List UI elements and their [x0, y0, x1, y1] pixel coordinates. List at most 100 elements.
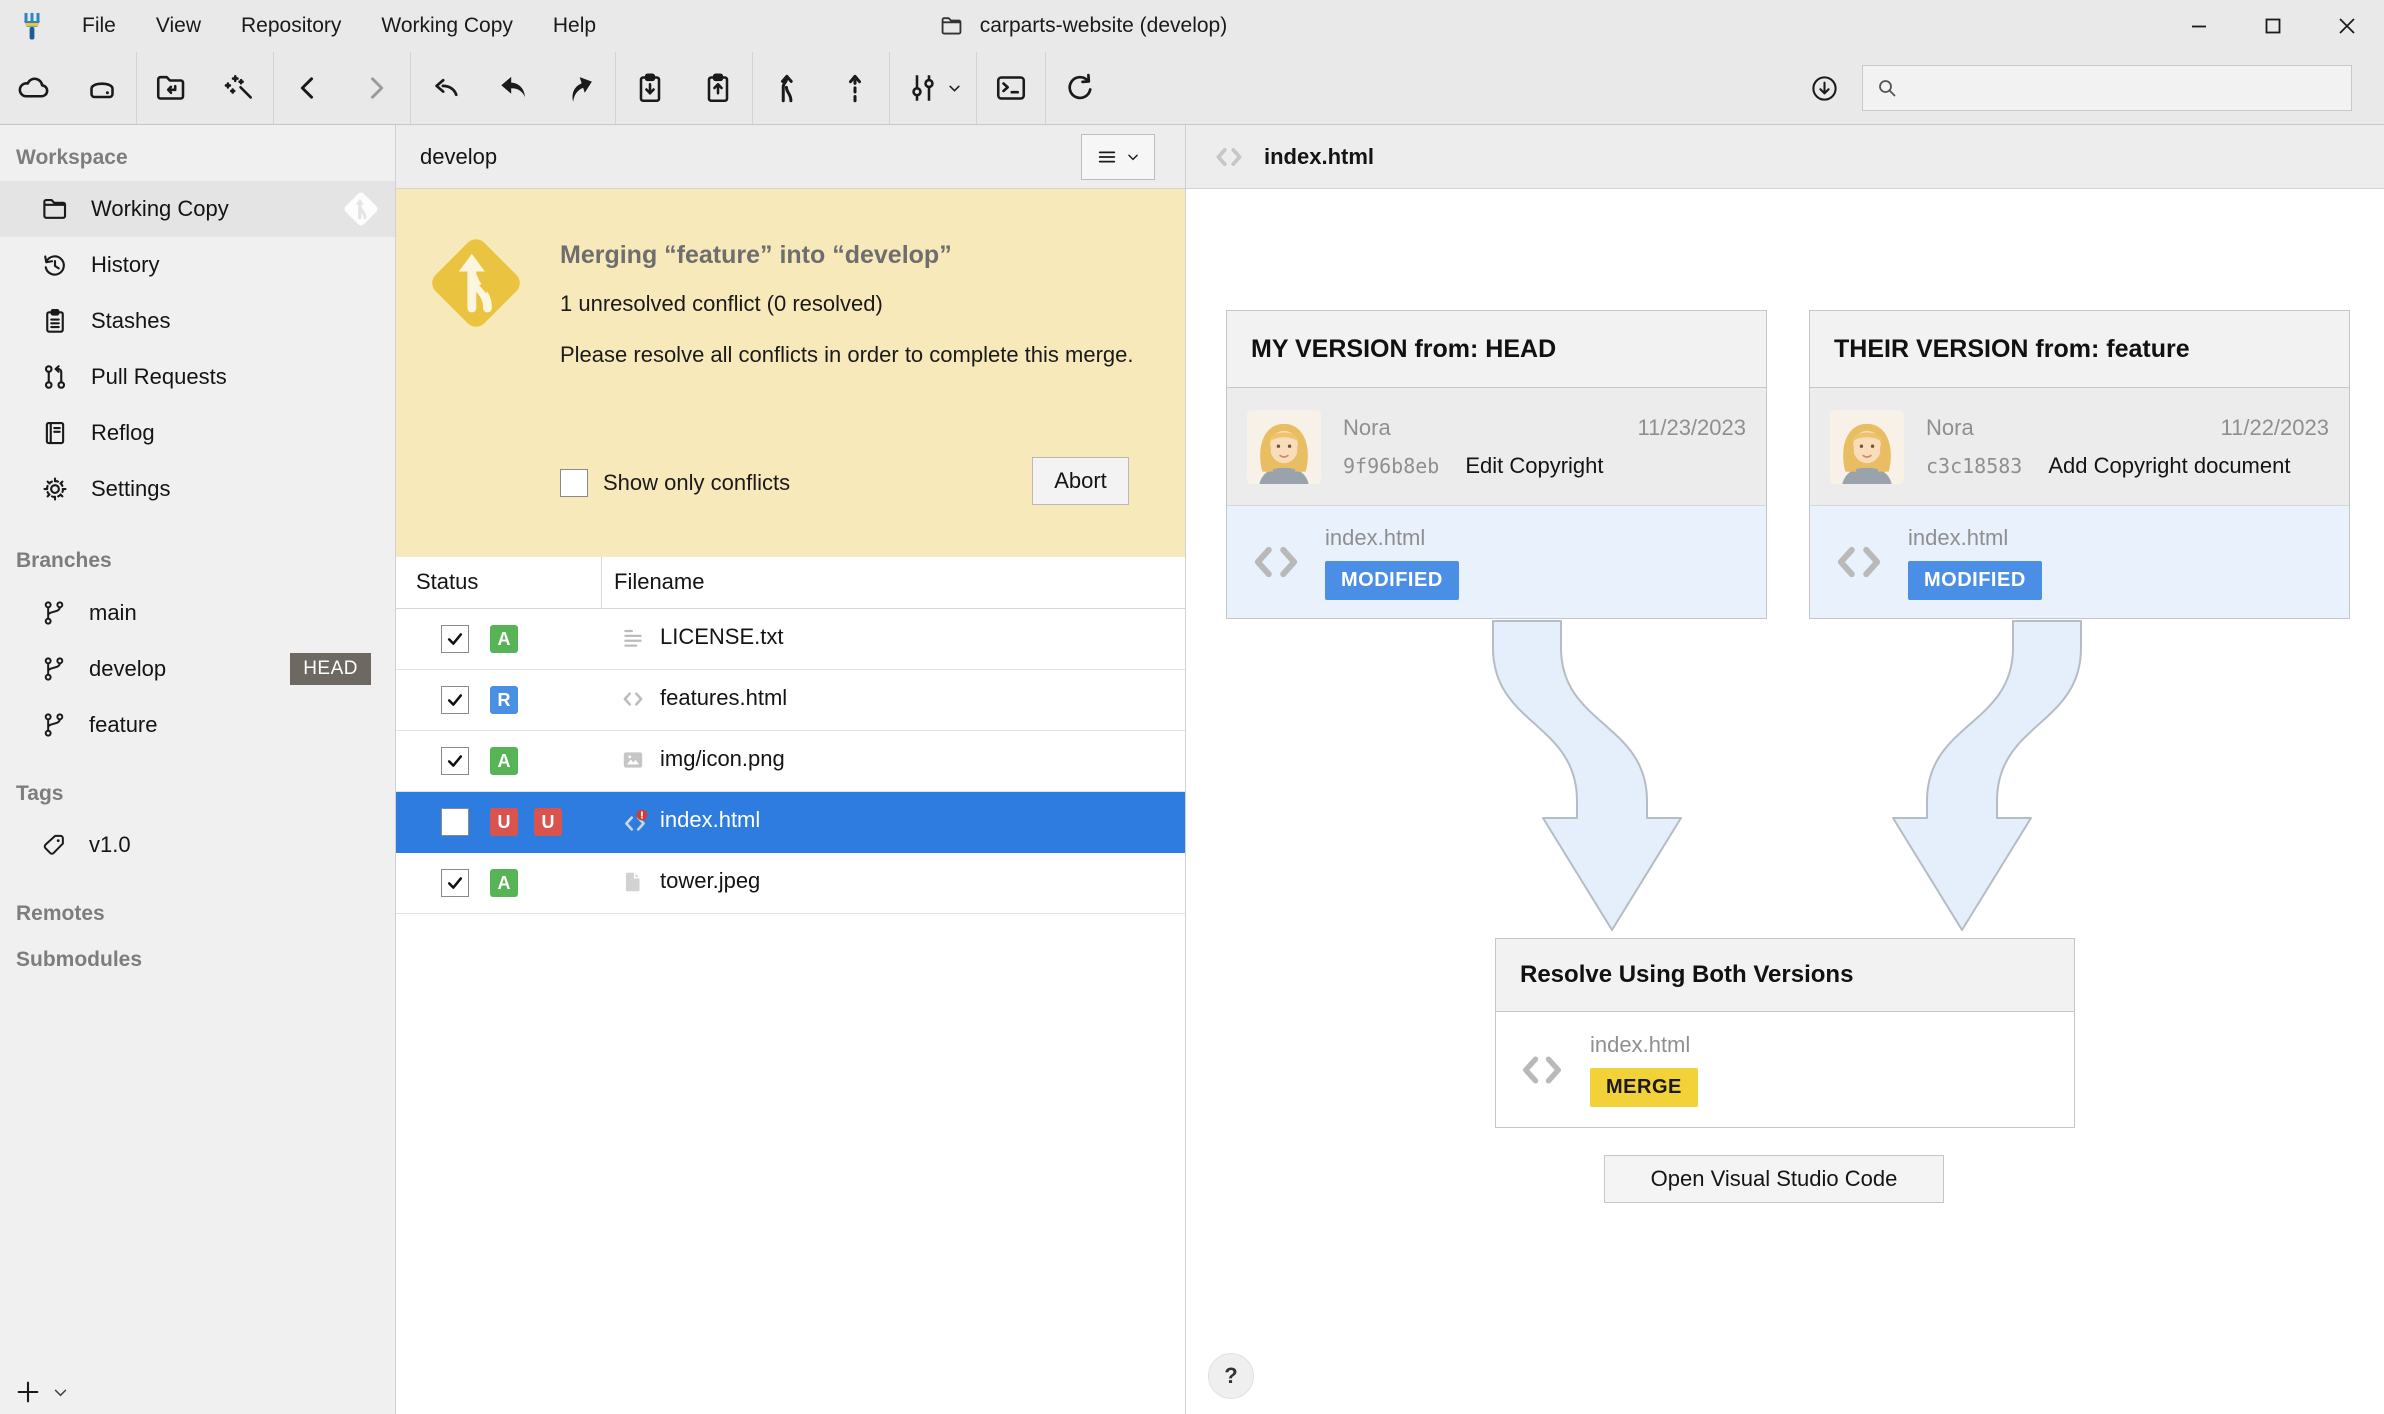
sidebar-item-working-copy[interactable]: Working Copy — [0, 181, 395, 237]
terminal-button[interactable] — [977, 52, 1045, 124]
status-badge-added: A — [490, 747, 518, 775]
file-checkbox-checked[interactable] — [441, 625, 469, 653]
file-checkbox-unchecked[interactable] — [441, 808, 469, 836]
table-row-index-html-selected[interactable]: U U index.html — [396, 792, 1185, 853]
menu-help[interactable]: Help — [533, 0, 616, 52]
file-checkbox-checked[interactable] — [441, 686, 469, 714]
commit-message: Add Copyright document — [2048, 453, 2290, 479]
sidebar-item-label: Reflog — [91, 420, 155, 446]
chevron-down-icon — [947, 81, 962, 96]
history-icon — [40, 250, 70, 280]
push-icon — [563, 70, 599, 106]
sidebar-item-pull-requests[interactable]: Pull Requests — [0, 349, 395, 405]
code-file-icon — [1245, 533, 1307, 591]
filename: features.html — [660, 685, 787, 711]
maximize-button[interactable] — [2236, 0, 2310, 52]
gear-icon — [40, 474, 70, 504]
search-icon — [1875, 76, 1899, 100]
window-title-text: carparts-website (develop) — [980, 14, 1227, 38]
close-button[interactable] — [2310, 0, 2384, 52]
download-circle-icon[interactable] — [1809, 73, 1840, 104]
branch-graph-button[interactable] — [890, 52, 976, 124]
sidebar-item-label: Stashes — [91, 308, 171, 334]
hard-drive-button[interactable] — [68, 52, 136, 124]
menubar: File View Repository Working Copy Help — [62, 0, 616, 52]
menu-repository[interactable]: Repository — [221, 0, 361, 52]
toolbar-right — [1809, 52, 2352, 124]
pop-stash-icon — [700, 70, 736, 106]
stash-button[interactable] — [616, 52, 684, 124]
sidebar-item-branch-feature[interactable]: feature — [0, 697, 395, 753]
resolve-header: Resolve Using Both Versions — [1496, 939, 2074, 1012]
pop-stash-button[interactable] — [684, 52, 752, 124]
maximize-icon — [2262, 15, 2284, 37]
tag-icon — [40, 831, 68, 859]
column-divider[interactable] — [601, 557, 602, 608]
table-row-tower-jpeg[interactable]: A tower.jpeg — [396, 853, 1185, 914]
minimize-button[interactable] — [2162, 0, 2236, 52]
sidebar-item-branch-main[interactable]: main — [0, 585, 395, 641]
forward-button[interactable] — [342, 52, 410, 124]
file-icon — [620, 869, 646, 895]
sidebar-item-stashes[interactable]: Stashes — [0, 293, 395, 349]
table-row-license[interactable]: A LICENSE.txt — [396, 609, 1185, 670]
refresh-icon — [1062, 70, 1098, 106]
file-name: index.html — [1908, 525, 2042, 551]
open-folder-button[interactable] — [137, 52, 205, 124]
fetch-button[interactable] — [411, 52, 479, 124]
sidebar-item-label: History — [91, 252, 159, 278]
cloud-button[interactable] — [0, 52, 68, 124]
plus-icon — [14, 1378, 42, 1406]
menu-working-copy[interactable]: Working Copy — [361, 0, 533, 52]
refresh-button[interactable] — [1046, 52, 1114, 124]
back-button[interactable] — [274, 52, 342, 124]
table-row-icon-png[interactable]: A img/icon.png — [396, 731, 1185, 792]
sidebar-item-tag-v1[interactable]: v1.0 — [0, 817, 395, 873]
table-row-features[interactable]: R features.html — [396, 670, 1185, 731]
rebase-button[interactable] — [821, 52, 889, 124]
file-checkbox-checked[interactable] — [441, 869, 469, 897]
merge-badge: MERGE — [1590, 1068, 1698, 1107]
status-badge-added: A — [490, 869, 518, 897]
minimize-icon — [2188, 15, 2210, 37]
sidebar-item-reflog[interactable]: Reflog — [0, 405, 395, 461]
remotes-section-header: Remotes — [0, 891, 395, 937]
tags-section-header: Tags — [0, 771, 395, 817]
commit-hash: c3c18583 — [1926, 454, 2022, 478]
pull-request-icon — [40, 362, 70, 392]
code-file-icon — [1828, 533, 1890, 591]
abort-merge-button[interactable]: Abort — [1032, 457, 1129, 505]
column-header-filename: Filename — [614, 569, 704, 595]
open-visual-studio-code-button[interactable]: Open Visual Studio Code — [1604, 1155, 1944, 1203]
list-options-button[interactable] — [1081, 134, 1155, 180]
sidebar-item-label: Working Copy — [91, 196, 229, 222]
magic-wand-button[interactable] — [205, 52, 273, 124]
file-checkbox-checked[interactable] — [441, 747, 469, 775]
sidebar-item-label: Settings — [91, 476, 171, 502]
menu-file[interactable]: File — [62, 0, 136, 52]
code-file-conflict-icon — [620, 808, 650, 838]
merge-button[interactable] — [753, 52, 821, 124]
help-button[interactable]: ? — [1208, 1353, 1254, 1399]
sidebar-item-branch-develop[interactable]: develop HEAD — [0, 641, 395, 697]
commit-date: 11/22/2023 — [2221, 415, 2329, 441]
status-badge-unmerged: U — [490, 808, 518, 836]
search-input[interactable] — [1909, 77, 2339, 100]
show-only-conflicts-checkbox[interactable] — [560, 469, 588, 497]
sidebar-item-history[interactable]: History — [0, 237, 395, 293]
conflict-resolution-panel: index.html MY VERSION from: HEAD — [1186, 125, 2384, 1414]
filename: index.html — [660, 807, 760, 833]
sidebar-item-settings[interactable]: Settings — [0, 461, 395, 517]
branch-icon — [40, 599, 68, 627]
add-repository-button[interactable] — [14, 1378, 69, 1406]
commit-author: Nora — [1926, 415, 1974, 441]
filename: tower.jpeg — [660, 868, 760, 894]
folder-icon — [40, 194, 70, 224]
menu-view[interactable]: View — [136, 0, 221, 52]
fetch-icon — [427, 70, 463, 106]
checkmark-icon — [445, 629, 465, 649]
code-file-icon — [620, 686, 646, 712]
pull-button[interactable] — [479, 52, 547, 124]
left-merge-arrow — [1493, 621, 1681, 930]
push-button[interactable] — [547, 52, 615, 124]
